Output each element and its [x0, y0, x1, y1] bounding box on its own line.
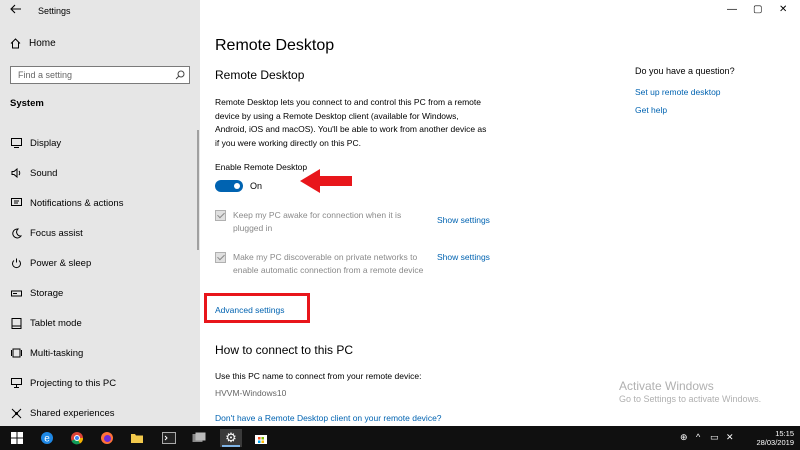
sidebar-item-label: Notifications & actions	[30, 197, 124, 209]
help-question: Do you have a question?	[635, 66, 735, 76]
sidebar: Settings Home Find a setting System Disp…	[0, 0, 200, 426]
search-input[interactable]: Find a setting	[10, 66, 190, 84]
clock-time: 15:15	[775, 429, 794, 438]
sidebar-item-focus-assist[interactable]: Focus assist	[0, 218, 200, 248]
app-window-icon	[192, 432, 206, 442]
how-to-connect-title: How to connect to this PC	[215, 343, 354, 357]
home-icon	[10, 38, 21, 49]
start-button[interactable]	[8, 429, 26, 447]
keep-awake-label: Keep my PC awake for connection when it …	[233, 210, 402, 233]
sidebar-item-label: Shared experiences	[30, 407, 115, 419]
sidebar-item-display[interactable]: Display	[0, 128, 200, 158]
section-label: System	[10, 98, 44, 109]
sidebar-item-label: Multi-tasking	[30, 347, 84, 359]
activate-watermark-title: Activate Windows	[619, 379, 714, 393]
taskbar-firefox[interactable]	[98, 429, 116, 447]
taskbar-chrome[interactable]	[68, 429, 86, 447]
show-settings-link-1[interactable]: Show settings	[437, 215, 490, 225]
sidebar-item-label: Display	[30, 137, 62, 149]
chrome-icon	[71, 432, 84, 445]
sidebar-item-label: Power & sleep	[30, 257, 92, 269]
taskbar: e ⚙ ⊕ ^ ▭ ✕ 15:15 28/03/2019	[0, 426, 800, 450]
section-title: Remote Desktop	[215, 68, 305, 82]
moon-icon	[10, 227, 22, 239]
sidebar-item-projecting[interactable]: Projecting to this PC	[0, 368, 200, 398]
red-arrow-annotation-icon	[300, 169, 352, 193]
sidebar-item-storage[interactable]: Storage	[0, 278, 200, 308]
home-label: Home	[29, 38, 56, 49]
home-link[interactable]: Home	[10, 38, 56, 49]
remote-desktop-toggle[interactable]	[215, 180, 243, 192]
taskbar-file-explorer[interactable]	[128, 429, 146, 447]
sidebar-item-label: Focus assist	[30, 227, 83, 239]
page-title: Remote Desktop	[215, 37, 335, 54]
setup-remote-desktop-link[interactable]: Set up remote desktop	[635, 87, 721, 97]
clock-date: 28/03/2019	[756, 438, 794, 447]
sidebar-item-notifications[interactable]: Notifications & actions	[0, 188, 200, 218]
get-help-link[interactable]: Get help	[635, 105, 667, 115]
search-placeholder: Find a setting	[18, 70, 73, 80]
taskbar-clock[interactable]: 15:15 28/03/2019	[756, 429, 794, 447]
taskbar-store[interactable]	[252, 429, 270, 447]
use-pc-name-text: Use this PC name to connect from your re…	[215, 371, 422, 381]
chevron-up-icon[interactable]: ^	[696, 432, 700, 442]
search-icon	[175, 70, 185, 80]
discoverable-label: Make my PC discoverable on private netwo…	[233, 252, 424, 275]
active-indicator	[222, 445, 240, 447]
display-icon	[10, 137, 22, 149]
sidebar-item-label: Storage	[30, 287, 64, 299]
option-discoverable: Make my PC discoverable on private netwo…	[215, 251, 433, 277]
multitask-icon	[10, 347, 22, 359]
terminal-icon	[162, 432, 176, 444]
toggle-state-label: On	[250, 181, 263, 191]
battery-icon[interactable]: ▭	[710, 432, 719, 443]
firefox-icon	[101, 432, 113, 444]
description-text: Remote Desktop lets you connect to and c…	[215, 97, 487, 148]
minimize-button[interactable]: —	[727, 4, 737, 15]
gear-icon: ⚙	[225, 430, 237, 445]
svg-text:e: e	[44, 434, 50, 445]
sidebar-item-multitasking[interactable]: Multi-tasking	[0, 338, 200, 368]
folder-icon	[131, 434, 143, 443]
sidebar-item-sound[interactable]: Sound	[0, 158, 200, 188]
storage-icon	[10, 287, 22, 299]
taskbar-edge[interactable]: e	[38, 429, 56, 447]
power-icon	[10, 257, 22, 269]
taskbar-terminal[interactable]	[160, 429, 178, 447]
project-icon	[10, 377, 22, 389]
toggle-knob	[234, 183, 240, 189]
advanced-settings-link[interactable]: Advanced settings	[215, 305, 284, 315]
shared-icon	[10, 407, 22, 419]
maximize-button[interactable]: ▢	[753, 4, 762, 15]
sidebar-item-label: Sound	[30, 167, 58, 179]
activate-watermark-text: Go to Settings to activate Windows.	[619, 394, 762, 404]
speaker-icon	[10, 167, 22, 179]
option-keep-awake: Keep my PC awake for connection when it …	[215, 209, 433, 235]
taskbar-app[interactable]	[190, 429, 208, 447]
edge-icon: e	[41, 432, 53, 445]
enable-remote-desktop-label: Enable Remote Desktop	[215, 162, 308, 172]
sidebar-item-label: Tablet mode	[30, 317, 82, 329]
back-arrow-icon[interactable]	[10, 4, 22, 17]
windows-logo-icon	[11, 432, 23, 444]
sidebar-scrollbar[interactable]	[197, 130, 199, 250]
store-icon	[255, 435, 267, 444]
sidebar-item-tablet-mode[interactable]: Tablet mode	[0, 308, 200, 338]
notifications-icon	[10, 197, 22, 209]
discoverable-checkbox[interactable]	[215, 252, 226, 263]
keep-awake-checkbox[interactable]	[215, 210, 226, 221]
sidebar-item-shared-experiences[interactable]: Shared experiences	[0, 398, 200, 428]
sidebar-nav: Display Sound Notifications & actions Fo…	[0, 128, 200, 428]
show-settings-link-2[interactable]: Show settings	[437, 252, 490, 262]
volume-muted-icon[interactable]: ✕	[726, 432, 734, 443]
app-title: Settings	[38, 6, 71, 16]
network-icon[interactable]: ⊕	[680, 432, 688, 443]
close-button[interactable]: ✕	[779, 4, 787, 15]
pc-name-value: HVVM-Windows10	[215, 388, 287, 398]
client-help-link[interactable]: Don't have a Remote Desktop client on yo…	[215, 413, 442, 423]
sidebar-item-power-sleep[interactable]: Power & sleep	[0, 248, 200, 278]
tablet-icon	[10, 317, 22, 329]
sidebar-item-label: Projecting to this PC	[30, 377, 117, 389]
taskbar-settings[interactable]: ⚙	[220, 429, 242, 447]
